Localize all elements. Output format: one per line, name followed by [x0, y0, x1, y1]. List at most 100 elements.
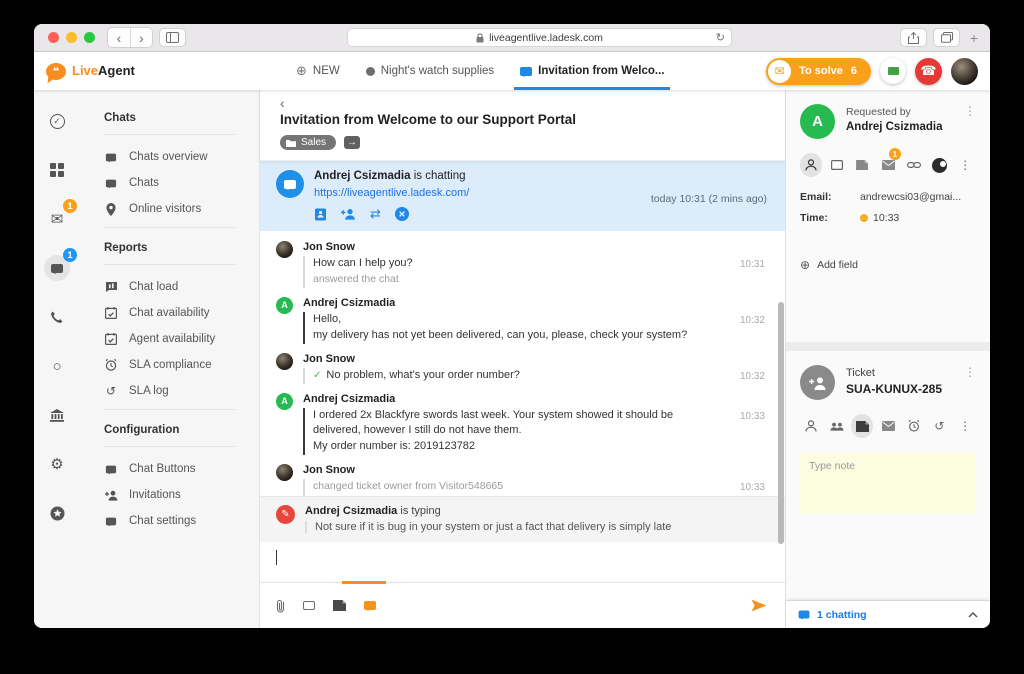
- tab-emails[interactable]: 1: [877, 148, 901, 177]
- note-button[interactable]: [333, 600, 346, 611]
- tab-ticket-reminders[interactable]: [903, 414, 925, 438]
- requester-name: Andrej Csizmadia: [846, 121, 943, 133]
- to-solve-button[interactable]: ✉ To solve 6: [766, 57, 871, 85]
- rail-academy-icon[interactable]: [44, 402, 70, 428]
- requester-header: A Requested by Andrej Csizmadia ⋮: [800, 104, 976, 139]
- message-text: I ordered 2x Blackfyre swords last week.…: [313, 408, 674, 437]
- sidebar-item-chats[interactable]: Chats: [104, 175, 259, 191]
- tab-new[interactable]: ⊕ NEW: [296, 52, 340, 90]
- back-button[interactable]: ‹: [108, 28, 130, 47]
- chat-reply-button[interactable]: [303, 601, 315, 610]
- new-tab-button[interactable]: +: [966, 30, 982, 46]
- tab-notes[interactable]: [851, 153, 873, 177]
- sidebar-item-online-visitors[interactable]: Online visitors: [104, 201, 259, 217]
- send-button[interactable]: [751, 599, 767, 612]
- message-author: Jon Snow: [303, 464, 355, 477]
- sidebar-item-invitations[interactable]: Invitations: [104, 487, 259, 503]
- tab-gravatar[interactable]: [929, 153, 951, 177]
- sidebar-item-chat-settings[interactable]: Chat settings: [104, 513, 259, 529]
- transfer-chat-icon[interactable]: ⇄: [370, 206, 381, 222]
- requester-tabs: 1 ⋮: [800, 148, 976, 177]
- visitor-page-link[interactable]: https://liveagentlive.ladesk.com/: [314, 187, 469, 199]
- status-flag-button[interactable]: [880, 58, 906, 84]
- sidebar-item-sla-compliance[interactable]: SLA compliance: [104, 357, 259, 373]
- reload-icon[interactable]: ↻: [716, 31, 725, 44]
- message-body: Jon Snow ✓ No problem, what's your order …: [303, 353, 767, 384]
- zoom-window-button[interactable]: [84, 32, 95, 43]
- tab-ticket-history[interactable]: ↺: [929, 414, 951, 438]
- rail-resolve-icon[interactable]: ✓: [44, 108, 70, 134]
- visitor-status: is chatting: [413, 170, 466, 182]
- chat-bubble-icon: [104, 465, 118, 474]
- chat-message-mode-button[interactable]: [364, 601, 376, 611]
- tab-card[interactable]: [826, 153, 848, 177]
- chat-bubble-icon: [520, 66, 533, 77]
- phone-button[interactable]: ☎: [915, 57, 942, 85]
- rail-badges-icon[interactable]: [44, 500, 70, 526]
- tab-ticket-notes[interactable]: [851, 414, 874, 438]
- end-chat-icon[interactable]: [394, 207, 409, 221]
- forward-button[interactable]: ›: [130, 28, 152, 47]
- tab-nights-watch-supplies[interactable]: Night's watch supplies: [365, 52, 494, 90]
- rail-dashboard-icon[interactable]: [44, 157, 70, 183]
- user-avatar[interactable]: [951, 57, 978, 85]
- reply-input[interactable]: [260, 542, 785, 582]
- sidebar-item-chat-availability[interactable]: Chat availability: [104, 305, 259, 321]
- share-button[interactable]: [900, 28, 927, 47]
- chat-chart-icon: [104, 281, 118, 293]
- close-window-button[interactable]: [48, 32, 59, 43]
- forward-arrow-icon: →: [347, 137, 358, 148]
- rail-tickets-icon[interactable]: ✉ 1: [44, 199, 77, 232]
- rail-settings-icon[interactable]: ⚙: [44, 451, 70, 477]
- tab-overview-button[interactable]: [933, 28, 960, 47]
- sidebar-item-agent-availability[interactable]: Agent availability: [104, 331, 259, 347]
- typing-preview-text: Not sure if it is bug in your system or …: [305, 521, 671, 533]
- browser-chrome: ‹ › liveagentlive.ladesk.com ↻ +: [34, 24, 990, 52]
- delivered-check-icon: ✓: [313, 369, 322, 381]
- liveagent-logo[interactable]: ❝ LiveAgent: [46, 62, 236, 80]
- divider: [104, 264, 235, 265]
- collapse-chevron-icon[interactable]: [968, 611, 978, 618]
- tab-ticket-emails[interactable]: [877, 414, 899, 438]
- chat-scrollbar-thumb[interactable]: [778, 302, 784, 544]
- bank-icon: [50, 408, 64, 422]
- add-field-button[interactable]: ⊕ Add field: [800, 258, 976, 272]
- invite-person-icon[interactable]: [341, 208, 356, 220]
- tab-profile[interactable]: [800, 153, 822, 177]
- forward-badge[interactable]: →: [344, 136, 361, 149]
- requester-menu-icon[interactable]: ⋮: [964, 104, 976, 118]
- sidebar-item-chats-overview[interactable]: Chats overview: [104, 149, 259, 165]
- rail-chats-icon[interactable]: 1: [44, 248, 77, 281]
- tab-links[interactable]: [903, 153, 925, 177]
- sidebar-item-sla-log[interactable]: ↺ SLA log: [104, 383, 259, 399]
- app-header-actions: ✉ To solve 6 ☎: [766, 57, 978, 85]
- message-body: Andrej Csizmadia Hello, my delivery has …: [303, 297, 767, 344]
- tab-invitation-label: Invitation from Welco...: [538, 65, 665, 77]
- department-tag[interactable]: Sales: [280, 135, 337, 150]
- tab-ticket-people[interactable]: [826, 414, 848, 438]
- tab-invitation-active[interactable]: Invitation from Welco...: [514, 52, 671, 90]
- rail-timer-icon[interactable]: ○: [44, 353, 70, 379]
- tab-more[interactable]: ⋮: [954, 153, 976, 177]
- sidebar-toggle-button[interactable]: [159, 28, 186, 47]
- contact-card-icon[interactable]: [314, 208, 327, 221]
- back-chevron-icon[interactable]: ‹: [280, 96, 292, 110]
- attach-file-button[interactable]: [276, 599, 285, 613]
- sidebar-item-chat-load[interactable]: Chat load: [104, 279, 259, 295]
- note-input[interactable]: [800, 452, 976, 514]
- minimize-window-button[interactable]: [66, 32, 77, 43]
- message-list: Jon Snow How can I help you? answered th…: [260, 231, 785, 496]
- chat-title: Invitation from Welcome to our Support P…: [280, 112, 577, 127]
- typing-avatar-icon: ✎: [276, 505, 295, 524]
- message-row: A Andrej Csizmadia Hello, my delivery ha…: [276, 296, 767, 344]
- share-icon: [908, 31, 919, 44]
- ticket-menu-icon[interactable]: ⋮: [964, 365, 976, 379]
- address-bar[interactable]: liveagentlive.ladesk.com ↻: [347, 28, 732, 47]
- sidebar-item-chat-buttons[interactable]: Chat Buttons: [104, 461, 259, 477]
- tab-ticket-more[interactable]: ⋮: [954, 414, 976, 438]
- rail-calls-icon[interactable]: [44, 304, 70, 330]
- logo-agent-text: Agent: [98, 63, 135, 78]
- chatting-status-bar[interactable]: 1 chatting: [786, 600, 990, 628]
- plus-circle-icon: ⊕: [800, 258, 811, 272]
- tab-ticket-profile[interactable]: [800, 414, 822, 438]
